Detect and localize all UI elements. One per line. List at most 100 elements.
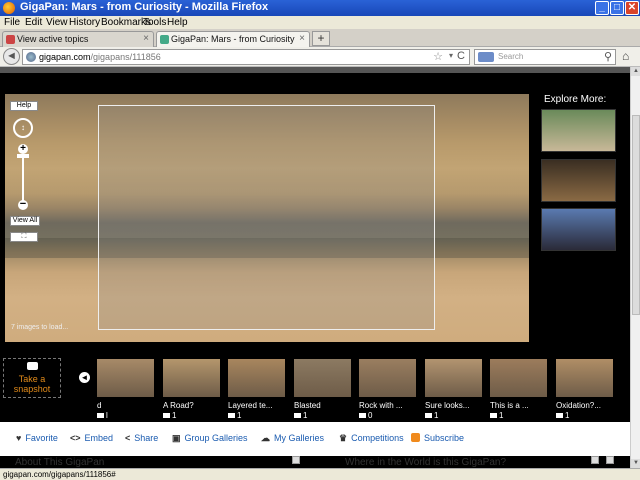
strip-thumbnail-title[interactable]: Blasted: [294, 401, 354, 410]
page-scrollbar[interactable]: ▲ ▼: [630, 67, 640, 468]
strip-thumbnail-title[interactable]: d: [97, 401, 157, 410]
menu-bar: File Edit View History Bookmarks Tools H…: [0, 16, 640, 29]
strip-comment-count: l: [97, 411, 108, 420]
strip-prev-arrow[interactable]: ◄: [79, 372, 90, 383]
url-bar[interactable]: gigapan.com/gigapans/111856 ☆ ▾ C: [22, 49, 470, 65]
view-all-button[interactable]: View All: [10, 216, 40, 226]
strip-thumbnail-title[interactable]: Oxidation?...: [556, 401, 616, 410]
search-engine-icon[interactable]: [478, 52, 494, 62]
comment-icon: [425, 413, 432, 419]
strip-comment-count: 1: [294, 411, 307, 420]
history-dropdown-icon[interactable]: ▾: [449, 51, 453, 60]
scroll-down-arrow[interactable]: ▼: [631, 459, 640, 468]
strip-comment-count: 1: [163, 411, 176, 420]
strip-thumbnail[interactable]: [359, 359, 416, 397]
about-heading: About This GigaPan: [15, 457, 105, 468]
strip-comment-count: 1: [490, 411, 503, 420]
menu-tools[interactable]: Tools: [143, 17, 166, 28]
explore-thumb-3[interactable]: [541, 208, 616, 251]
menu-file[interactable]: File: [4, 17, 20, 28]
tab-bar: View active topics × GigaPan: Mars - fro…: [0, 29, 640, 47]
scroll-up-arrow[interactable]: ▲: [631, 67, 640, 76]
status-bar: gigapan.com/gigapans/111856#: [0, 468, 640, 480]
home-icon[interactable]: ⌂: [622, 49, 629, 63]
comment-icon: [556, 413, 563, 419]
bookmark-star-icon[interactable]: ☆: [433, 50, 443, 63]
strip-thumbnail-title[interactable]: Layered te...: [228, 401, 288, 410]
maximize-button[interactable]: □: [610, 1, 624, 15]
search-bar[interactable]: Search ⚲: [474, 49, 616, 65]
menu-help[interactable]: Help: [167, 17, 188, 28]
trophy-icon: ♛: [339, 433, 348, 443]
scroll-thumb[interactable]: [632, 115, 640, 315]
pan-control-icon[interactable]: ↕: [13, 118, 33, 138]
about-toggle-icon[interactable]: [292, 456, 300, 464]
strip-thumbnail[interactable]: [228, 359, 285, 397]
where-toggle-icon[interactable]: [591, 456, 599, 464]
heart-icon: ♥: [16, 433, 22, 443]
strip-thumbnail[interactable]: [163, 359, 220, 397]
strip-thumbnail[interactable]: [294, 359, 351, 397]
explore-thumb-1[interactable]: [541, 109, 616, 152]
globe-icon: [26, 52, 36, 62]
close-button[interactable]: ✕: [625, 1, 639, 15]
window-title: GigaPan: Mars - from Curiosity - Mozilla…: [20, 1, 269, 13]
group-galleries-link[interactable]: ▣ Group Galleries: [172, 433, 248, 444]
minimize-button[interactable]: _: [595, 1, 609, 15]
embed-link[interactable]: <> Embed: [70, 433, 113, 443]
strip-comment-count: 0: [359, 411, 372, 420]
where-collapse-icon[interactable]: [606, 456, 614, 464]
explore-more-heading: Explore More:: [544, 94, 607, 105]
nav-bar: ◄ gigapan.com/gigapans/111856 ☆ ▾ C Sear…: [0, 47, 640, 67]
strip-comment-count: 1: [228, 411, 241, 420]
group-icon: ▣: [172, 433, 181, 443]
strip-comment-count: 1: [556, 411, 569, 420]
explore-thumb-2[interactable]: [541, 159, 616, 202]
viewport-rectangle[interactable]: [98, 105, 435, 330]
zoom-slider-handle[interactable]: [17, 154, 29, 158]
tab-view-active-topics[interactable]: View active topics ×: [2, 31, 154, 47]
comment-icon: [163, 413, 170, 419]
menu-edit[interactable]: Edit: [25, 17, 42, 28]
strip-thumbnail[interactable]: [425, 359, 482, 397]
strip-thumbnail-title[interactable]: Rock with ...: [359, 401, 419, 410]
loading-status: 7 images to load...: [11, 324, 69, 331]
tab-label: GigaPan: Mars - from Curiosity: [171, 34, 295, 44]
help-button[interactable]: Help: [10, 101, 38, 111]
strip-thumbnail[interactable]: [556, 359, 613, 397]
fullscreen-button[interactable]: ⛶: [10, 232, 38, 242]
comment-icon: [490, 413, 497, 419]
take-snapshot-button[interactable]: Take a snapshot: [3, 358, 61, 398]
tab-close-icon[interactable]: ×: [143, 33, 149, 44]
strip-thumbnail-title[interactable]: Sure looks...: [425, 401, 485, 410]
share-link[interactable]: < Share: [125, 433, 158, 443]
page-icon: [6, 35, 15, 44]
strip-comment-count: 1: [425, 411, 438, 420]
back-button[interactable]: ◄: [3, 48, 20, 65]
zoom-in-button[interactable]: +: [18, 144, 28, 154]
new-tab-button[interactable]: +: [312, 31, 330, 46]
strip-thumbnail[interactable]: [97, 359, 154, 397]
search-icon[interactable]: ⚲: [604, 50, 612, 63]
competitions-link[interactable]: ♛ Competitions: [339, 433, 404, 444]
my-galleries-link[interactable]: ☁ My Galleries: [261, 433, 324, 444]
rss-icon: [411, 433, 420, 442]
where-heading: Where in the World is this GigaPan?: [345, 457, 507, 468]
strip-thumbnail-title[interactable]: A Road?: [163, 401, 223, 410]
comment-icon: [228, 413, 235, 419]
zoom-slider-track[interactable]: [22, 154, 24, 202]
comment-icon: [97, 413, 104, 419]
panorama-viewer[interactable]: Help ↕ + − View All ⛶ 7 images to load..…: [5, 94, 529, 342]
gallery-icon: ☁: [261, 433, 270, 443]
menu-history[interactable]: History: [69, 17, 100, 28]
zoom-out-button[interactable]: −: [18, 199, 28, 210]
favorite-link[interactable]: ♥ Favorite: [16, 433, 58, 443]
tab-gigapan[interactable]: GigaPan: Mars - from Curiosity ×: [156, 31, 310, 47]
strip-thumbnail-title[interactable]: This is a ...: [490, 401, 550, 410]
share-icon: <: [125, 433, 131, 443]
reload-icon[interactable]: C: [457, 50, 465, 62]
tab-close-icon[interactable]: ×: [299, 33, 305, 44]
subscribe-link[interactable]: Subscribe: [411, 433, 464, 443]
strip-thumbnail[interactable]: [490, 359, 547, 397]
menu-view[interactable]: View: [46, 17, 68, 28]
